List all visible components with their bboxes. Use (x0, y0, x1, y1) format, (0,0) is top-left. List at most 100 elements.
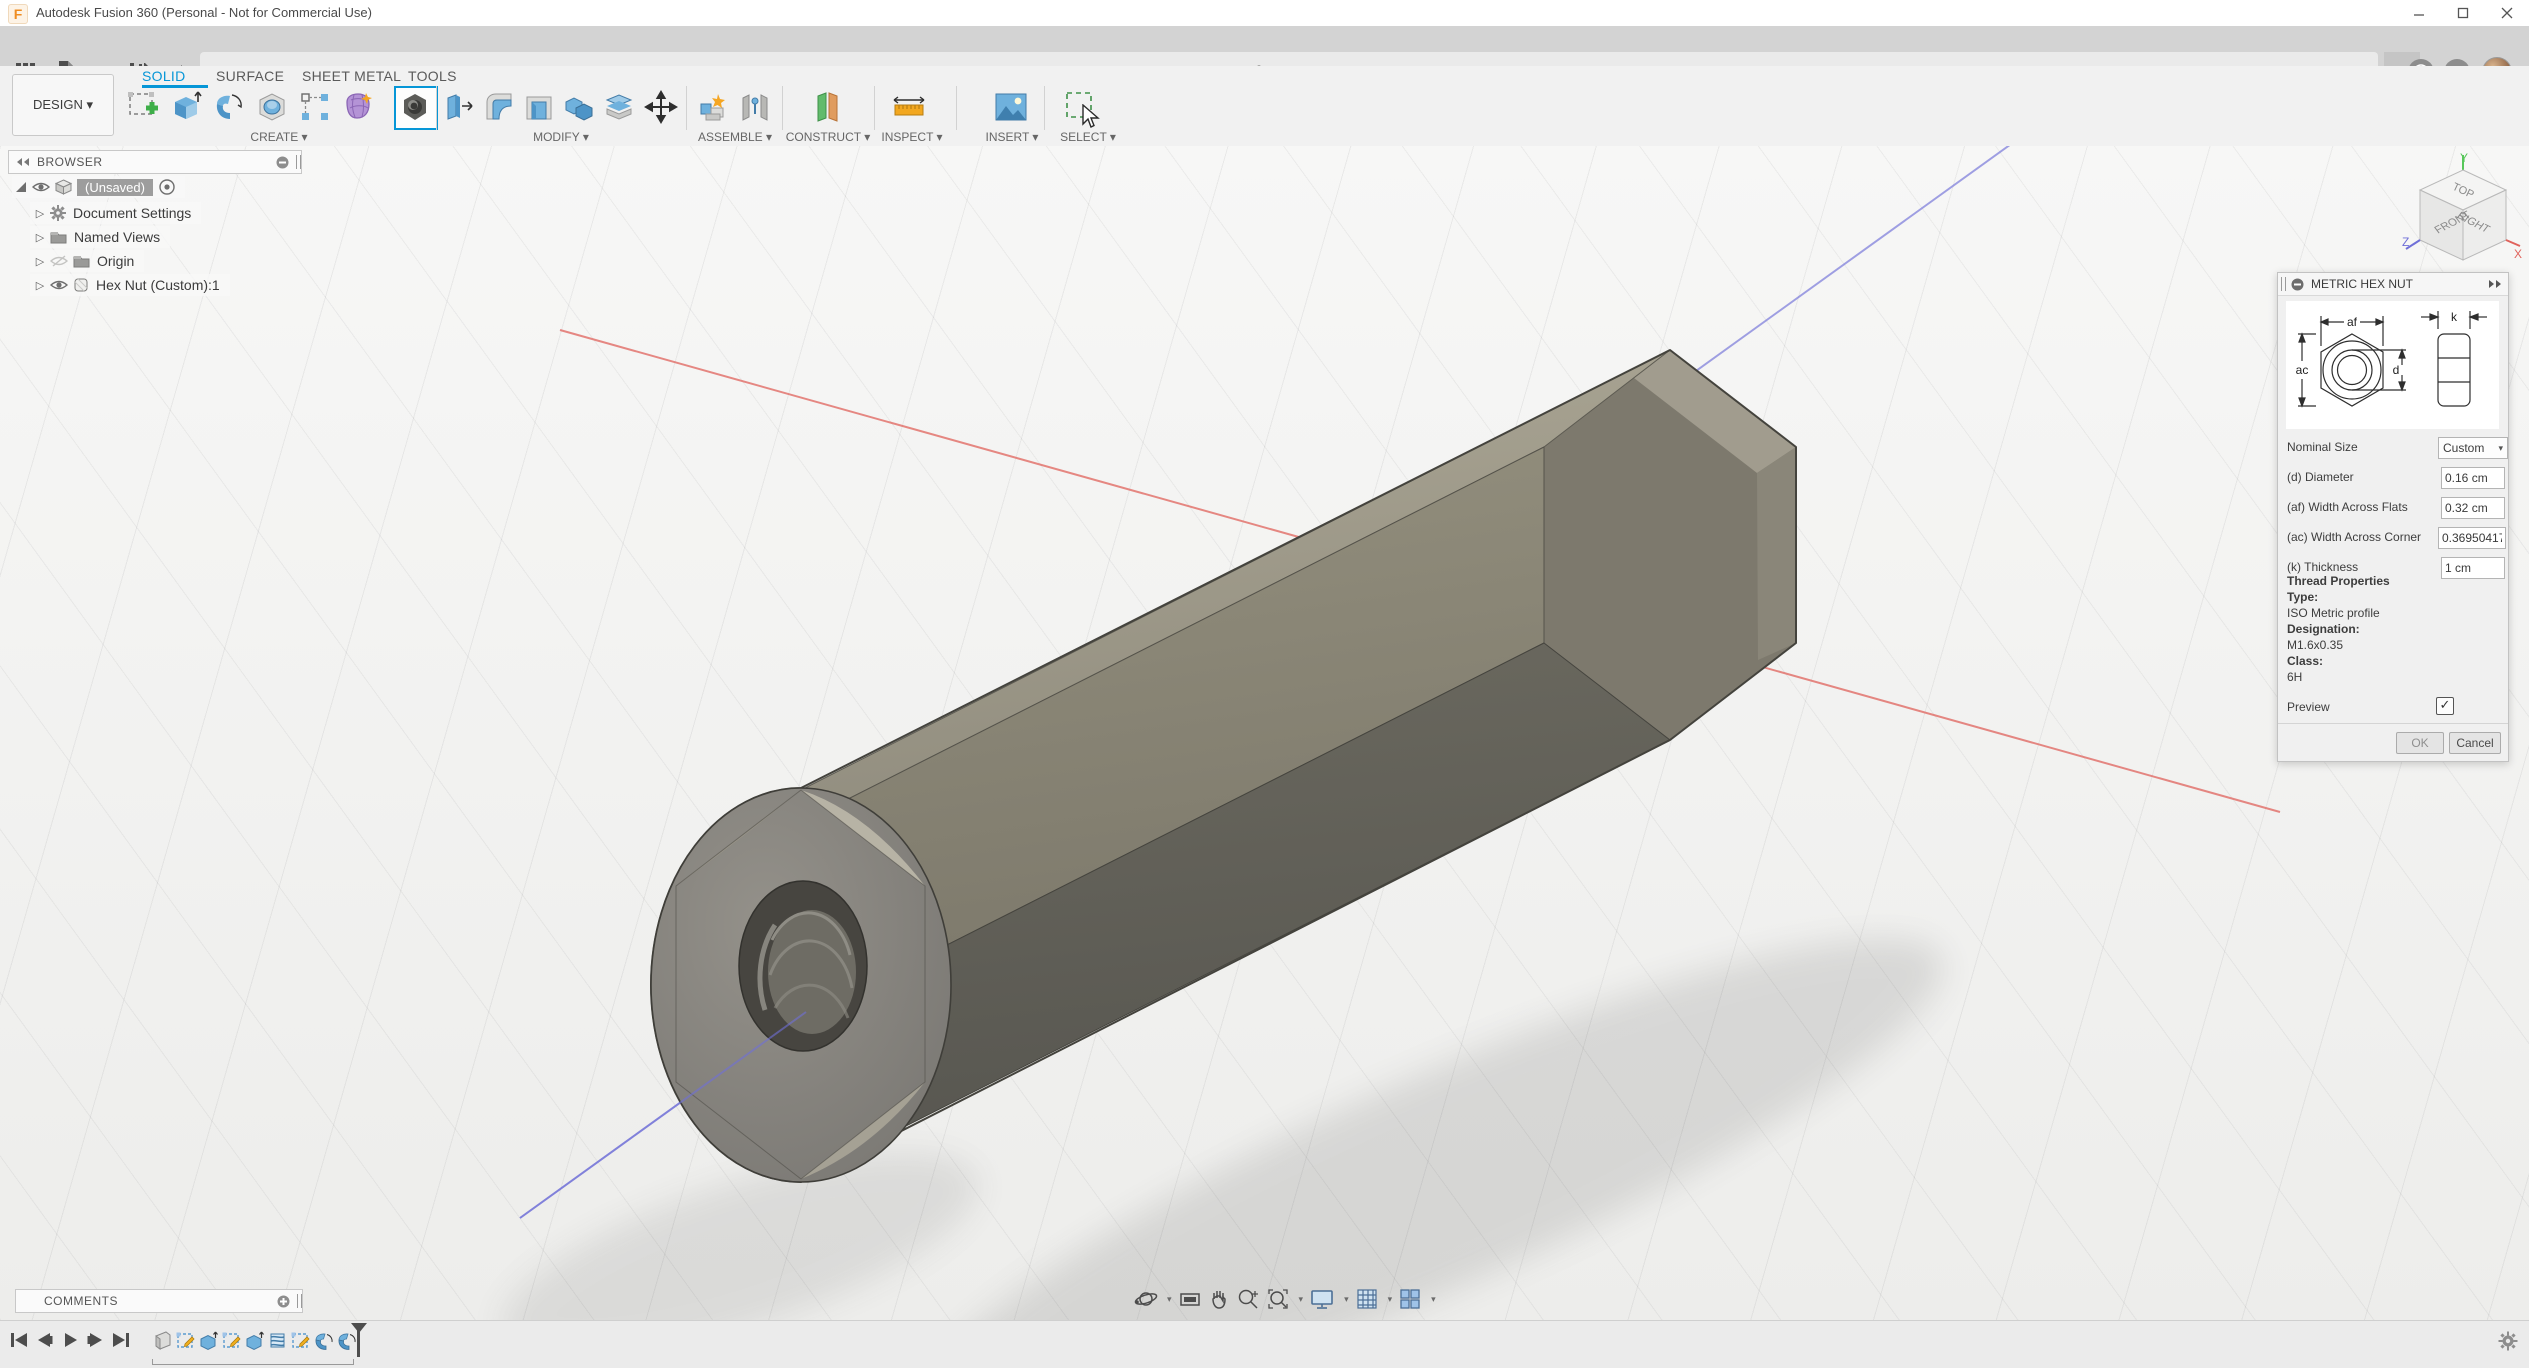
timeline-feature-revolve[interactable] (336, 1330, 357, 1351)
activate-component-icon[interactable] (159, 179, 175, 195)
dialog-drag-handle[interactable] (2281, 277, 2286, 291)
panel-resize-handle[interactable] (297, 1294, 302, 1308)
orbit-caret-icon[interactable]: ▾ (1167, 1294, 1172, 1305)
thickness-input[interactable] (2441, 557, 2505, 579)
timeline-settings-gear-icon[interactable] (2498, 1331, 2518, 1351)
dialog-expand-icon[interactable] (2487, 279, 2503, 289)
collapse-panel-icon[interactable] (15, 157, 31, 167)
ok-button[interactable]: OK (2396, 732, 2444, 754)
viewcube[interactable]: Y TOP FRONT RIGHT Z X (2400, 150, 2526, 276)
timeline-feature-thread[interactable] (267, 1330, 288, 1351)
expand-arrow-icon[interactable]: ▷ (30, 255, 50, 268)
visibility-eye-icon[interactable] (50, 279, 68, 291)
timeline-feature-revolve[interactable] (313, 1330, 334, 1351)
group-label-modify[interactable]: MODIFY ▾ (533, 130, 589, 144)
cancel-button[interactable]: Cancel (2449, 732, 2501, 754)
group-label-select[interactable]: SELECT ▾ (1060, 130, 1116, 144)
browser-item-origin[interactable]: ▷ Origin (30, 250, 144, 272)
expand-arrow-icon[interactable]: ▷ (30, 231, 50, 244)
hole-icon[interactable] (253, 88, 291, 126)
timeline-step-forward-button[interactable] (84, 1329, 106, 1351)
browser-item-hex-nut[interactable]: ▷ Hex Nut (Custom):1 (30, 274, 230, 296)
new-component-icon[interactable] (694, 88, 732, 126)
browser-item-document-settings[interactable]: ▷ Document Settings (30, 202, 201, 224)
timeline-feature-sketch[interactable] (175, 1330, 196, 1351)
zoom-icon[interactable] (1236, 1287, 1260, 1311)
group-label-inspect[interactable]: INSPECT ▾ (881, 130, 942, 144)
timeline-feature-body[interactable] (152, 1330, 173, 1351)
grid-caret-icon[interactable]: ▾ (1388, 1294, 1393, 1305)
create-sketch-icon[interactable] (124, 88, 162, 126)
tab-solid[interactable]: SOLID (142, 68, 186, 86)
expand-arrow-icon[interactable]: ▷ (30, 279, 50, 292)
form-icon[interactable] (339, 88, 377, 126)
shell-icon[interactable] (520, 88, 558, 126)
orbit-icon[interactable] (1134, 1287, 1158, 1311)
panel-resize-handle[interactable] (296, 155, 301, 169)
tab-surface[interactable]: SURFACE (216, 68, 284, 86)
timeline-playhead-handle[interactable] (351, 1323, 367, 1333)
panel-minimize-icon[interactable] (276, 156, 289, 169)
extrude-icon[interactable] (167, 88, 205, 126)
dialog-minimize-icon[interactable] (2291, 278, 2304, 291)
browser-item-named-views[interactable]: ▷ Named Views (30, 226, 170, 248)
timeline-step-back-button[interactable] (34, 1329, 56, 1351)
move-copy-icon[interactable] (642, 88, 680, 126)
group-divider (782, 86, 783, 130)
timeline-feature-extrude[interactable] (244, 1330, 265, 1351)
browser-panel-header[interactable]: BROWSER (8, 150, 302, 174)
maximize-button[interactable] (2441, 0, 2485, 26)
workspace-selector[interactable]: DESIGN ▾ (12, 74, 114, 136)
group-divider (1044, 86, 1045, 130)
viewports-caret-icon[interactable]: ▾ (1431, 1294, 1436, 1305)
browser-root-row[interactable]: (Unsaved) (12, 176, 185, 198)
pattern-icon[interactable] (296, 88, 334, 126)
combine-icon[interactable] (560, 88, 598, 126)
display-settings-icon[interactable] (1309, 1287, 1335, 1311)
expanded-arrow-icon[interactable] (14, 180, 28, 194)
visibility-off-eye-icon[interactable] (50, 255, 68, 267)
root-document-label[interactable]: (Unsaved) (77, 179, 153, 196)
width-across-corner-input[interactable] (2438, 527, 2506, 549)
visibility-eye-icon[interactable] (32, 181, 50, 193)
close-button[interactable] (2485, 0, 2529, 26)
fit-icon[interactable] (1266, 1287, 1290, 1311)
timeline-go-to-start-button[interactable] (8, 1329, 30, 1351)
dialog-header[interactable]: METRIC HEX NUT (2278, 273, 2508, 296)
add-comment-icon[interactable] (277, 1295, 290, 1308)
expand-arrow-icon[interactable]: ▷ (30, 207, 50, 220)
joint-icon[interactable] (736, 88, 774, 126)
tab-sheet-metal[interactable]: SHEET METAL (302, 68, 401, 86)
timeline-play-button[interactable] (60, 1329, 82, 1351)
group-label-assemble[interactable]: ASSEMBLE ▾ (698, 130, 772, 144)
timeline-feature-extrude[interactable] (198, 1330, 219, 1351)
press-pull-icon[interactable] (440, 88, 478, 126)
fit-caret-icon[interactable]: ▾ (1299, 1294, 1304, 1305)
pan-icon[interactable] (1208, 1287, 1230, 1311)
tab-tools[interactable]: TOOLS (408, 68, 457, 86)
timeline-feature-sketch[interactable] (221, 1330, 242, 1351)
minimize-button[interactable] (2397, 0, 2441, 26)
group-label-create[interactable]: CREATE ▾ (250, 130, 307, 144)
measure-icon[interactable] (890, 88, 928, 126)
comments-panel-header[interactable]: COMMENTS (15, 1289, 303, 1313)
insert-image-icon[interactable] (992, 88, 1030, 126)
width-across-flats-input[interactable] (2441, 497, 2505, 519)
look-at-icon[interactable] (1178, 1288, 1202, 1310)
split-body-icon[interactable] (600, 88, 638, 126)
timeline-feature-sketch[interactable] (290, 1330, 311, 1351)
bolt-nut-generator-icon[interactable] (396, 88, 434, 126)
group-label-insert[interactable]: INSERT ▾ (986, 130, 1039, 144)
preview-checkbox[interactable]: ✓ (2436, 697, 2454, 715)
nominal-size-dropdown[interactable]: Custom ▾ (2438, 437, 2508, 459)
diameter-input[interactable] (2441, 467, 2505, 489)
display-caret-icon[interactable]: ▾ (1344, 1294, 1349, 1305)
browser-item-label: Document Settings (73, 205, 191, 221)
timeline-go-to-end-button[interactable] (110, 1329, 132, 1351)
viewports-icon[interactable] (1398, 1287, 1422, 1311)
offset-plane-icon[interactable] (808, 88, 846, 126)
group-label-construct[interactable]: CONSTRUCT ▾ (786, 130, 870, 144)
revolve-icon[interactable] (210, 88, 248, 126)
grid-settings-icon[interactable] (1355, 1287, 1379, 1311)
fillet-icon[interactable] (480, 88, 518, 126)
